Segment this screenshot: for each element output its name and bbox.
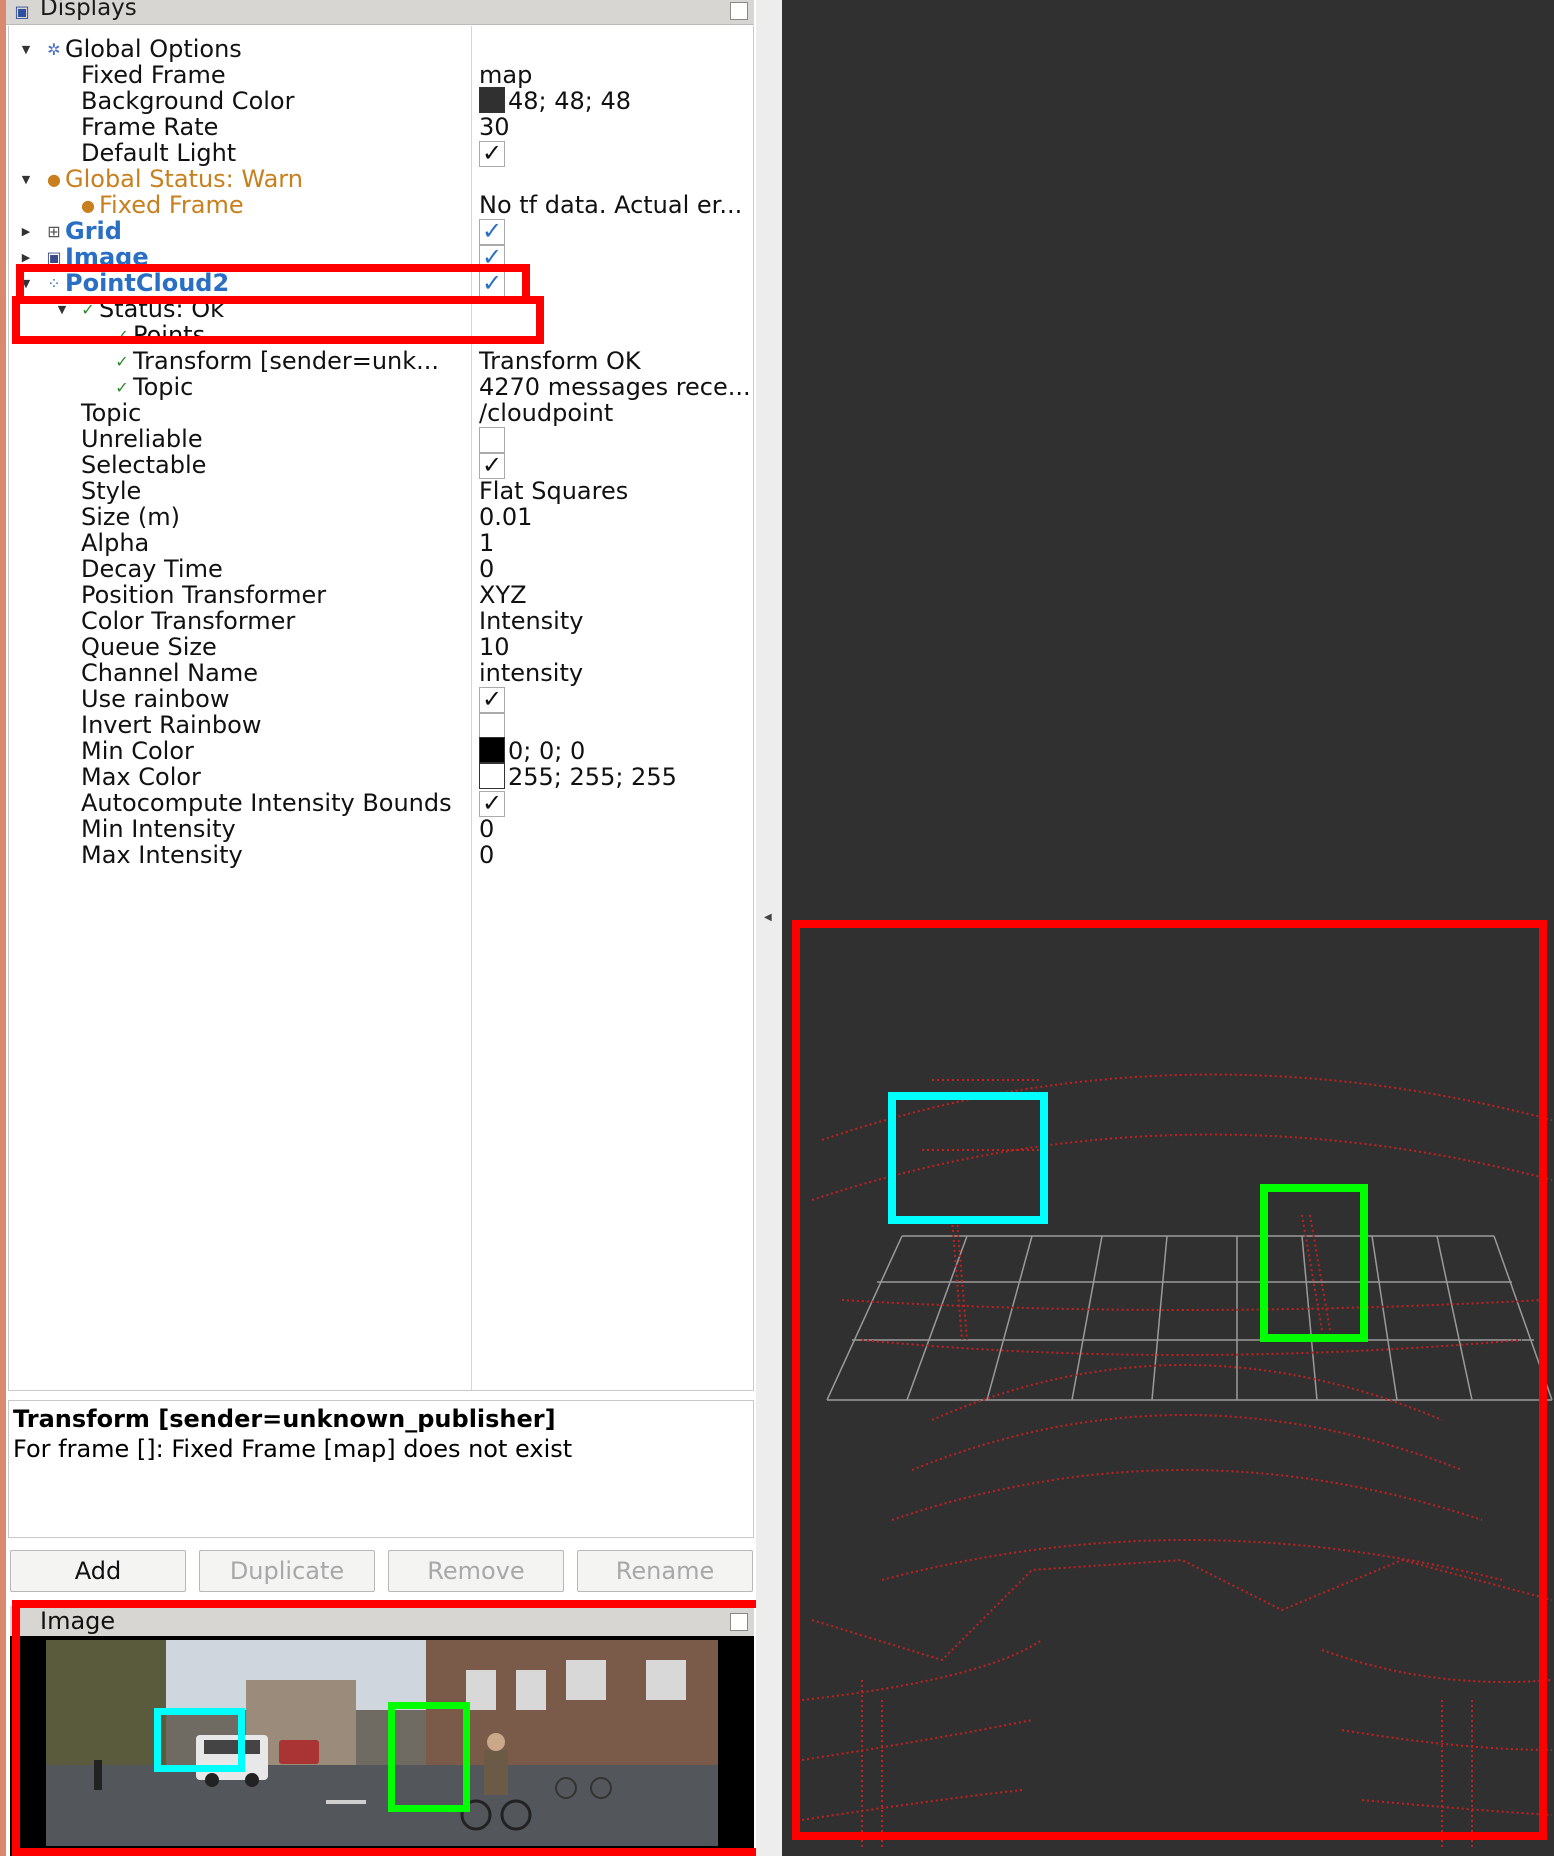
color-swatch[interactable]: [479, 737, 505, 763]
row-label: Max Intensity: [81, 841, 243, 869]
tree-row-max-intensity[interactable]: Max Intensity 0: [9, 840, 753, 871]
annotation-box-3d-view: [792, 920, 1547, 1840]
3d-render-view[interactable]: [782, 0, 1554, 1856]
row-value[interactable]: 0: [479, 840, 494, 871]
description-title: Transform [sender=unknown_publisher]: [13, 1405, 556, 1433]
remove-button[interactable]: Remove: [388, 1550, 564, 1592]
display-tree: ▼ ✲ Global Options Fixed Frame map Backg…: [8, 26, 754, 1391]
displays-title: Displays: [40, 0, 137, 21]
annotation-box-cyclist-cloud: [1260, 1184, 1368, 1342]
rename-button[interactable]: Rename: [577, 1550, 753, 1592]
status-description: Transform [sender=unknown_publisher] For…: [8, 1400, 754, 1538]
color-swatch[interactable]: [479, 763, 505, 789]
monitor-icon: ▣: [14, 2, 30, 21]
description-text: For frame []: Fixed Frame [map] does not…: [13, 1435, 573, 1463]
duplicate-button[interactable]: Duplicate: [199, 1550, 375, 1592]
displays-panel: ▣ Displays ▼ ✲ Global Options Fixed Fram…: [6, 0, 754, 1610]
annotation-box-pointcloud-row: [12, 296, 544, 344]
float-panel-button[interactable]: [730, 2, 748, 20]
panel-splitter[interactable]: ◀: [756, 0, 782, 1856]
annotation-box-image-panel: [12, 1600, 764, 1856]
add-button[interactable]: Add: [10, 1550, 186, 1592]
annotation-box-car-cloud: [888, 1092, 1048, 1224]
color-value: 255; 255; 255: [508, 763, 677, 791]
color-swatch[interactable]: [479, 87, 505, 113]
displays-titlebar: ▣ Displays: [6, 0, 754, 25]
splitter-arrow-icon[interactable]: ◀: [764, 912, 772, 923]
color-value: 0; 0; 0: [508, 737, 586, 765]
color-value: 48; 48; 48: [508, 87, 632, 115]
